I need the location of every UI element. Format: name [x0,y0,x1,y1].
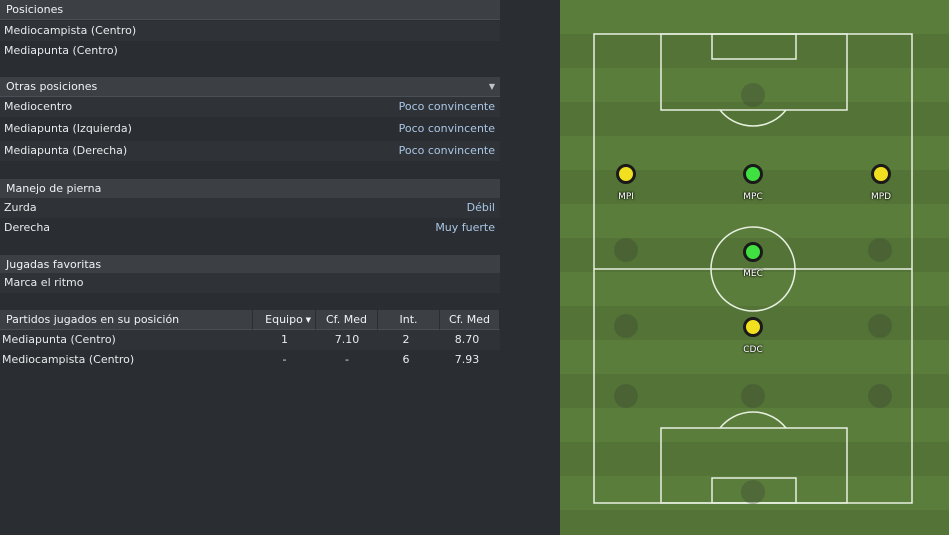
position-marker-mpi[interactable] [613,161,639,187]
favorite-moves-header: Jugadas favoritas [0,255,500,275]
bottom-penalty-arc [719,411,787,429]
other-position-item: Mediapunta (Izquierda) Poco convincente [0,119,500,139]
other-position-rating: Poco convincente [398,122,495,135]
empty-slot [741,384,765,408]
dropdown-arrow-icon[interactable]: ▼ [489,77,495,97]
table-cell: - [345,353,349,366]
pitch-view: MPI MPC MPD MEC CDC [560,0,949,535]
favorite-move-item: Marca el ritmo [0,273,500,293]
favorite-move-label: Marca el ritmo [4,276,84,289]
player-positions-panel: Posiciones Mediocampista (Centro) Mediap… [0,0,560,535]
foot-label: Derecha [4,221,51,234]
sort-arrow-icon: ▼ [305,316,311,324]
footedness-header: Manejo de pierna [0,179,500,199]
col-header-label: Int. [399,313,418,326]
position-marker-cdc[interactable] [740,314,766,340]
other-position-item: Mediocentro Poco convincente [0,97,500,117]
col-header-label: Cf. Med [449,313,490,326]
position-label-cdc: CDC [743,345,763,355]
table-cell: 6 [402,353,410,366]
empty-slot [614,384,638,408]
position-dot [743,242,763,262]
empty-slot [741,480,765,504]
position-dot [743,317,763,337]
position-item-label: Mediocampista (Centro) [4,24,137,37]
positions-header-label: Posiciones [6,3,64,16]
position-item: Mediocampista (Centro) [0,21,500,41]
foot-label: Zurda [4,201,37,214]
position-label-mpc: MPC [743,192,763,202]
col-header-label: Equipo [265,313,303,326]
position-dot [871,164,891,184]
favorite-moves-header-label: Jugadas favoritas [6,258,102,271]
empty-slot [868,314,892,338]
foot-item: Zurda Débil [0,198,500,218]
col-header-avg-rating[interactable]: Cf. Med [316,310,378,330]
col-header-label: Partidos jugados en su posición [6,313,180,326]
empty-slot [614,238,638,262]
other-positions-header-label: Otras posiciones [6,80,98,93]
position-marker-mpc[interactable] [740,161,766,187]
position-marker-mec[interactable] [740,239,766,265]
table-row[interactable]: Mediocampista (Centro) - - 6 7.93 [0,350,500,370]
position-item: Mediapunta (Centro) [0,41,500,61]
other-position-label: Mediapunta (Izquierda) [4,122,132,135]
other-position-rating: Poco convincente [398,144,495,157]
other-position-rating: Poco convincente [398,100,495,113]
foot-rating: Muy fuerte [435,221,495,234]
position-item-label: Mediapunta (Centro) [4,44,118,57]
col-header-team[interactable]: Equipo ▼ [253,310,316,330]
other-position-item: Mediapunta (Derecha) Poco convincente [0,141,500,161]
col-header-international[interactable]: Int. [378,310,440,330]
other-position-label: Mediocentro [4,100,73,113]
col-header-label: Cf. Med [326,313,367,326]
empty-slot [741,83,765,107]
other-positions-header[interactable]: Otras posiciones ▼ [0,77,500,97]
position-marker-mpd[interactable] [868,161,894,187]
table-cell: Mediapunta (Centro) [2,333,116,346]
table-row[interactable]: Mediapunta (Centro) 1 7.10 2 8.70 [0,330,500,350]
col-header-position[interactable]: Partidos jugados en su posición [0,310,253,330]
table-cell: 8.70 [454,333,480,346]
empty-slot [868,384,892,408]
foot-rating: Débil [466,201,495,214]
table-cell: 7.10 [334,333,360,346]
position-dot [743,164,763,184]
table-cell: 7.93 [454,353,480,366]
position-label-mpd: MPD [870,192,892,202]
top-goal-box [711,33,797,60]
position-label-mpi: MPI [618,192,634,202]
foot-item: Derecha Muy fuerte [0,218,500,238]
pitch-lines [593,33,913,504]
table-cell: Mediocampista (Centro) [2,353,135,366]
positions-header: Posiciones [0,0,500,20]
table-cell: 2 [402,333,410,346]
top-penalty-arc [719,109,787,127]
col-header-avg-rating-int[interactable]: Cf. Med [440,310,500,330]
position-label-mec: MEC [743,269,763,279]
other-position-label: Mediapunta (Derecha) [4,144,128,157]
footedness-header-label: Manejo de pierna [6,182,102,195]
empty-slot [614,314,638,338]
position-dot [616,164,636,184]
table-cell: - [282,353,287,366]
empty-slot [868,238,892,262]
table-cell: 1 [281,333,288,346]
